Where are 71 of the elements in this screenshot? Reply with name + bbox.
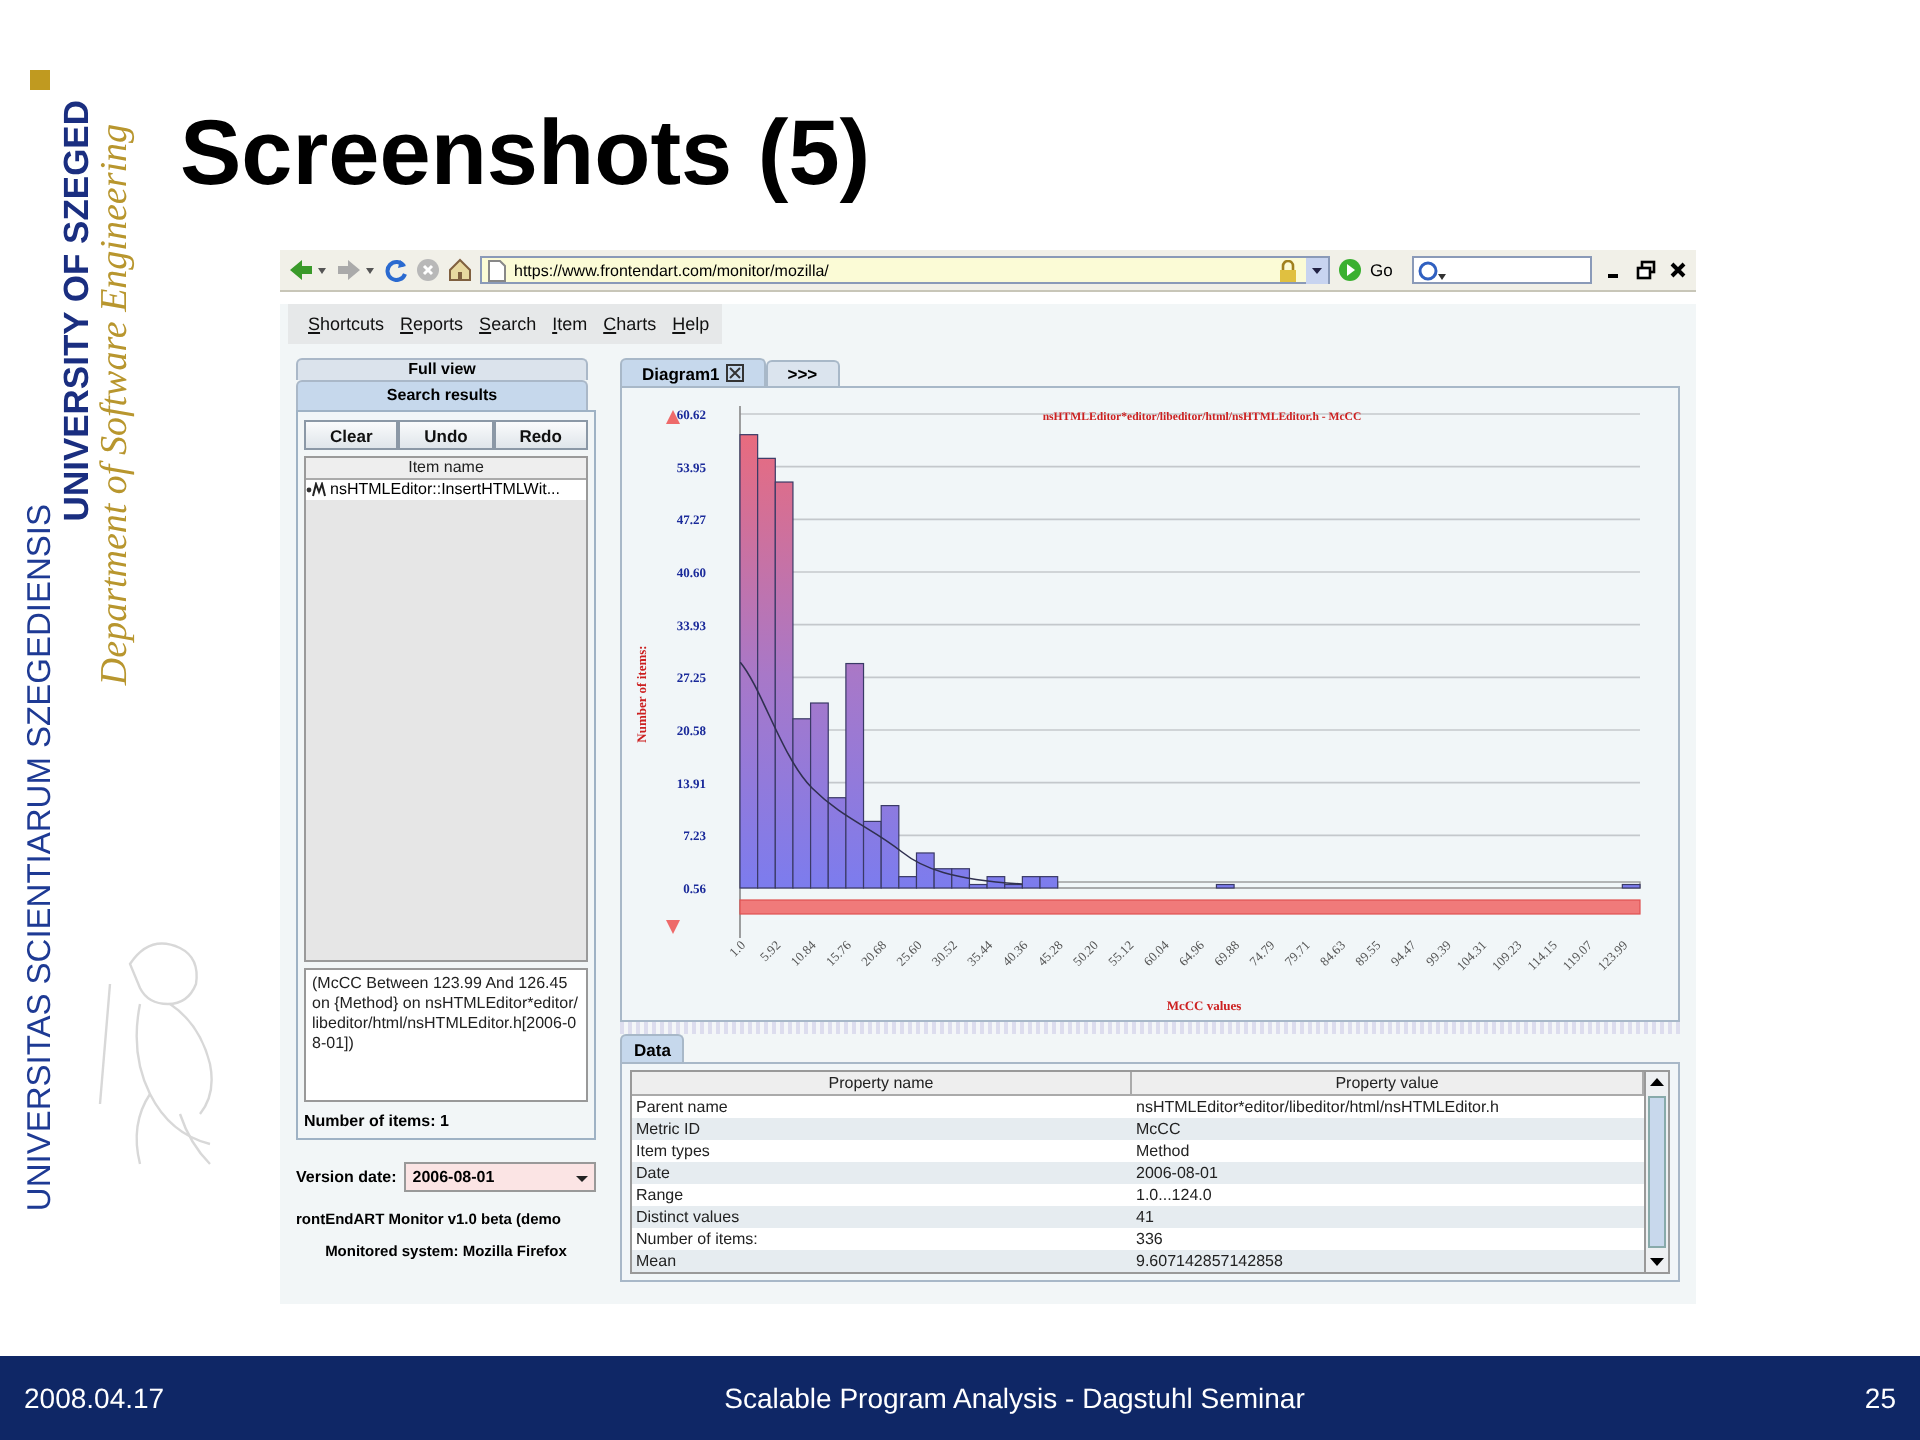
down-arrow-icon[interactable] xyxy=(666,920,680,934)
home-icon[interactable] xyxy=(448,258,472,282)
table-cell-text: Method xyxy=(1134,1140,1192,1162)
method-icon xyxy=(306,482,326,498)
table-cell-text: McCC xyxy=(1134,1118,1183,1140)
table-cell-text: nsHTMLEditor*editor/libeditor/html/nsHTMLEditor.h xyxy=(1134,1096,1501,1118)
table-cell-text: 2006-08-01 xyxy=(1134,1162,1220,1184)
version-dropdown[interactable]: 2006-08-01 xyxy=(404,1162,596,1192)
restore-icon[interactable] xyxy=(1636,260,1656,280)
diagram-tab[interactable]: >>> xyxy=(765,360,840,386)
table-cell-text: Distinct values xyxy=(634,1206,742,1228)
university-motto: UNIVERSITAS SCIENTIARUM SZEGEDIENSIS xyxy=(23,504,57,1212)
menu-item[interactable]: Shortcuts xyxy=(308,314,385,334)
dropdown-icon[interactable] xyxy=(1306,257,1328,283)
data-tab[interactable]: Data xyxy=(620,1034,685,1062)
table-cell-text: Item types xyxy=(634,1140,712,1162)
toolbar-button[interactable]: Clear xyxy=(304,420,399,450)
item-name: nsHTMLEditor::InsertHTMLWit... xyxy=(330,480,560,500)
menu-item[interactable]: Item xyxy=(552,314,588,334)
query-text: (McCC Between 123.99 And 126.45 on {Method} on nsHTMLEditor*editor/libeditor/html/nsHTMLEditor.h[2006-08-01]) xyxy=(304,968,588,1102)
version-label: Version date: xyxy=(296,1168,397,1186)
menu-item[interactable]: Help xyxy=(672,314,710,334)
search-field[interactable] xyxy=(1412,256,1593,284)
search-engine-icon xyxy=(1418,259,1447,281)
refresh-icon[interactable] xyxy=(384,258,408,282)
table-cell-text: Date xyxy=(634,1162,672,1184)
table-cell-text: 9.607142857142858 xyxy=(1134,1250,1285,1272)
university-name: UNIVERSITY OF SZEGED xyxy=(60,100,95,522)
column-header[interactable]: Property name xyxy=(632,1072,1132,1094)
footer-date: 2008.04.17 xyxy=(24,1382,165,1414)
scroll-up-icon[interactable] xyxy=(1648,1074,1666,1092)
table-cell-text: Metric ID xyxy=(634,1118,702,1140)
up-arrow-icon[interactable] xyxy=(666,410,680,424)
panel-tab[interactable]: Search results xyxy=(296,380,588,410)
page-number: 25 xyxy=(1864,1382,1896,1414)
footer-caption: Scalable Program Analysis - Dagstuhl Seminar xyxy=(724,1382,1305,1414)
list-item[interactable]: nsHTMLEditor::InsertHTMLWit... xyxy=(306,480,586,500)
range-slider-band[interactable] xyxy=(739,899,1641,915)
menu-item[interactable]: Reports xyxy=(400,314,464,334)
menu-item[interactable]: Charts xyxy=(603,314,657,334)
close-icon[interactable] xyxy=(1668,260,1688,280)
scrollbar[interactable] xyxy=(1644,1070,1670,1274)
slide-title: Screenshots (5) xyxy=(180,102,873,202)
histogram-bar xyxy=(1215,883,1235,889)
back-arrow-icon[interactable] xyxy=(288,258,328,282)
diagram-tab[interactable]: Diagram1 xyxy=(620,358,766,386)
table-cell-text: Range xyxy=(634,1184,686,1206)
table-cell-text: 1.0...124.0 xyxy=(1134,1184,1214,1206)
scroll-thumb[interactable] xyxy=(1648,1096,1666,1248)
close-icon[interactable] xyxy=(725,364,744,382)
column-header: Item name xyxy=(306,458,586,480)
menu-item[interactable]: Search xyxy=(479,314,537,334)
go-label[interactable]: Go xyxy=(1370,260,1393,280)
address-field[interactable]: https://www.frontendart.com/monitor/mozilla/ xyxy=(480,256,1330,284)
logo-square xyxy=(30,70,50,90)
table-cell-text: 336 xyxy=(1134,1228,1165,1250)
go-icon[interactable] xyxy=(1338,258,1362,282)
table-cell-text: Number of items: xyxy=(634,1228,760,1250)
lock-icon xyxy=(1278,259,1298,281)
forward-arrow-icon[interactable] xyxy=(336,258,376,282)
histogram-bar xyxy=(1621,883,1641,889)
department-name: Department of Software Engineering xyxy=(96,124,134,686)
toolbar-button[interactable]: Redo xyxy=(493,420,588,450)
scroll-down-icon[interactable] xyxy=(1648,1252,1666,1270)
panel-tab[interactable]: Full view xyxy=(296,358,588,380)
table-cell-text: 41 xyxy=(1134,1206,1156,1228)
toolbar-button[interactable]: Undo xyxy=(398,420,494,450)
table-cell-text: Parent name xyxy=(634,1096,730,1118)
item-count: Number of items: 1 xyxy=(304,1112,451,1130)
table-cell-text: Mean xyxy=(634,1250,679,1272)
page-icon xyxy=(488,259,506,281)
